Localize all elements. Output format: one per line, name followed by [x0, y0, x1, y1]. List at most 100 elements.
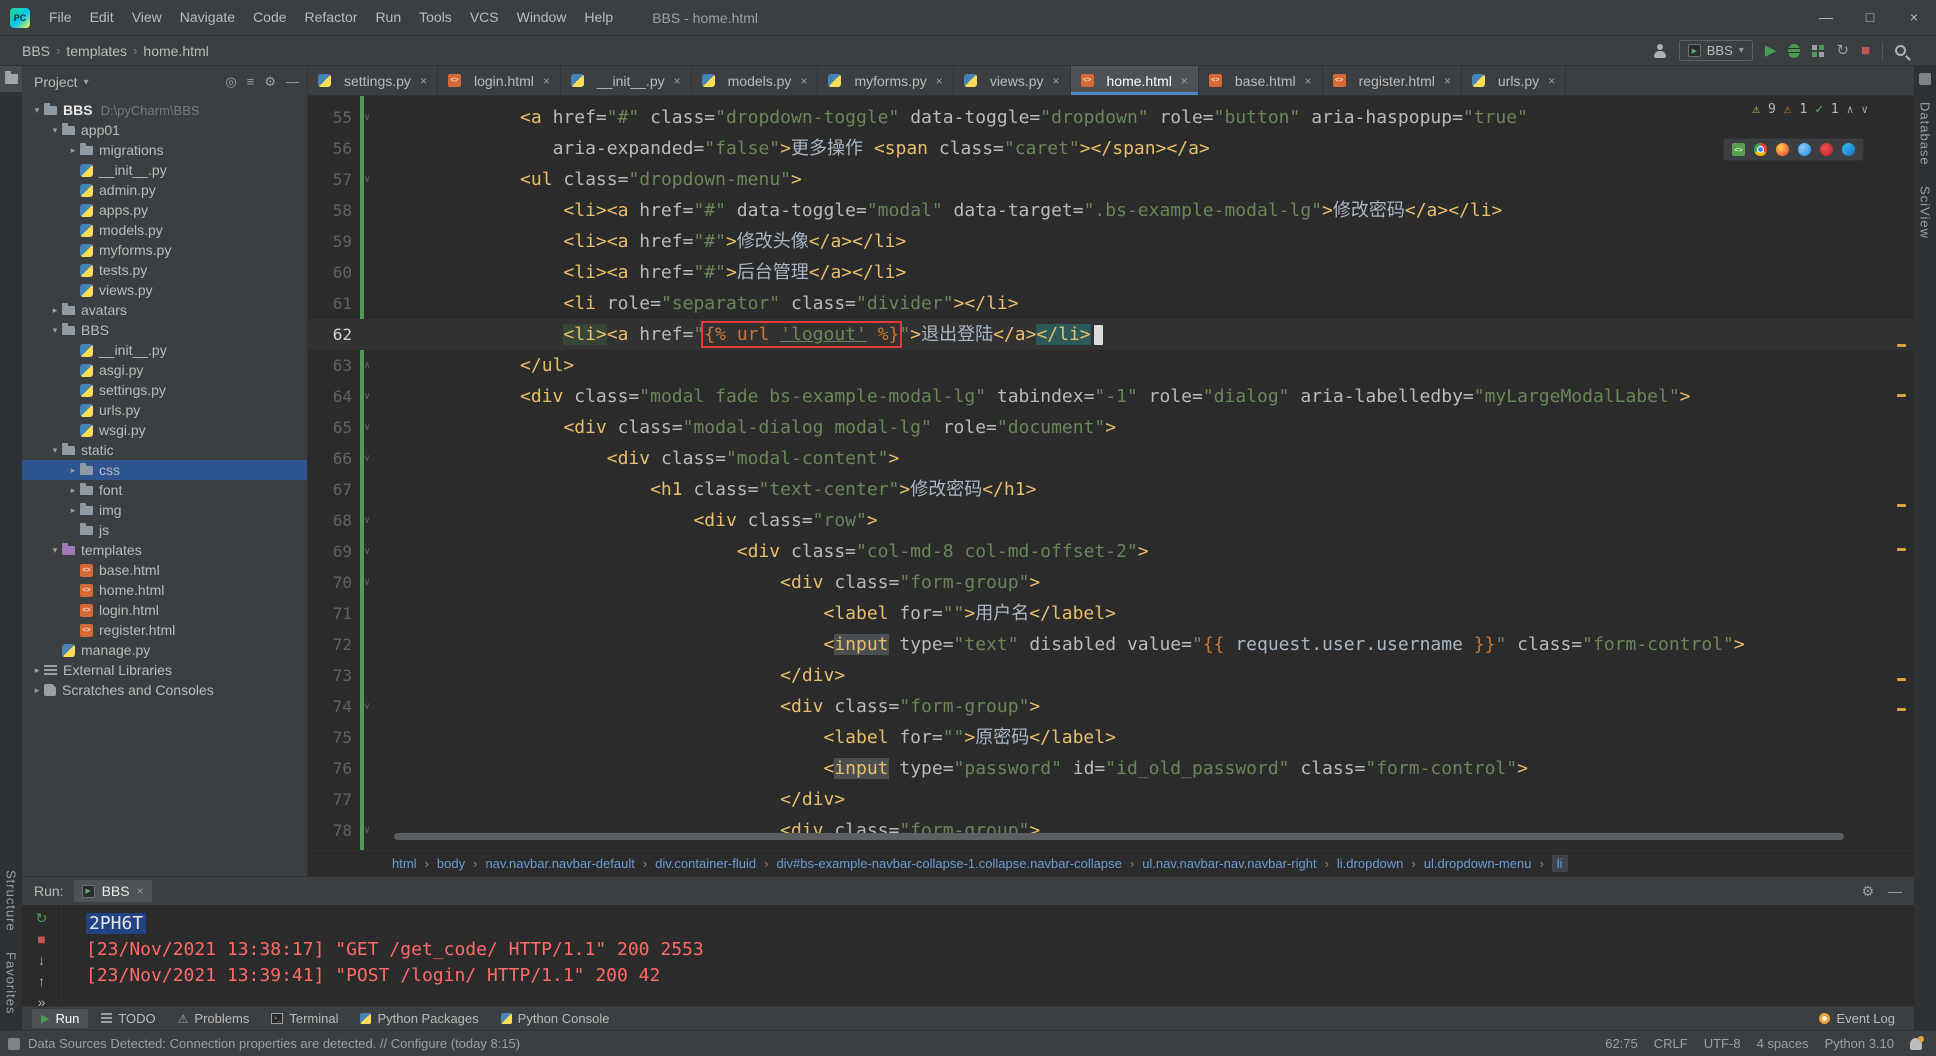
warning-stripe-mark[interactable]	[1897, 678, 1906, 681]
line-number[interactable]: 68	[308, 505, 352, 536]
tree-row[interactable]: apps.py	[22, 200, 307, 220]
line-number[interactable]: 65	[308, 412, 352, 443]
tool-tab-problems[interactable]: ⚠ Problems	[169, 1009, 259, 1028]
menu-item-edit[interactable]: Edit	[81, 0, 123, 35]
code-line[interactable]: 57 ∨ <ul class="dropdown-menu">	[308, 164, 1914, 195]
editor-tab-urls.py[interactable]: urls.py ×	[1462, 66, 1567, 95]
menu-item-run[interactable]: Run	[366, 0, 410, 35]
tree-row[interactable]: views.py	[22, 280, 307, 300]
expand-arrow-icon[interactable]: ▾	[48, 545, 62, 556]
fold-icon[interactable]: ∨	[352, 381, 382, 412]
code-line[interactable]: 74 ∨ <div class="form-group">	[308, 691, 1914, 722]
expand-arrow-icon[interactable]: ▾	[30, 105, 44, 116]
tab-close-icon[interactable]: ×	[936, 74, 943, 88]
menu-item-navigate[interactable]: Navigate	[171, 0, 244, 35]
menu-item-vcs[interactable]: VCS	[461, 0, 508, 35]
code-line[interactable]: 79 <label for="">新密码</label>	[308, 846, 1914, 850]
editor-tab-base.html[interactable]: <> base.html ×	[1199, 66, 1323, 95]
right-stripe-icon-1[interactable]	[1914, 66, 1936, 92]
line-number[interactable]: 72	[308, 629, 352, 660]
horizontal-scrollbar[interactable]	[394, 833, 1844, 840]
line-number[interactable]: 63	[308, 350, 352, 381]
status-caret-position[interactable]: 62:75	[1605, 1036, 1638, 1051]
coverage-button[interactable]	[1812, 44, 1825, 57]
run-tab[interactable]: ▶ BBS ×	[73, 880, 152, 902]
stop-button[interactable]: ■	[37, 932, 45, 946]
edge-icon[interactable]	[1842, 143, 1855, 156]
line-number[interactable]: 70	[308, 567, 352, 598]
menu-item-file[interactable]: File	[40, 0, 81, 35]
breadcrumb-item[interactable]: div.container-fluid	[655, 856, 756, 871]
warning-stripe-mark[interactable]	[1897, 504, 1906, 507]
fold-icon[interactable]: ∨	[352, 691, 382, 722]
code-line[interactable]: 67 <h1 class="text-center">修改密码</h1>	[308, 474, 1914, 505]
editor-tab-myforms.py[interactable]: myforms.py ×	[818, 66, 954, 95]
code-line[interactable]: 62 <li><a href="{% url 'logout' %}">退出登陆…	[308, 319, 1914, 350]
search-everywhere-icon[interactable]	[1895, 45, 1906, 56]
safari-icon[interactable]	[1798, 143, 1811, 156]
breadcrumb-item[interactable]: BBS	[22, 43, 50, 59]
chrome-icon[interactable]	[1754, 143, 1767, 156]
collapse-all-icon[interactable]: ≡	[247, 74, 255, 90]
tree-row[interactable]: ▸ Scratches and Consoles	[22, 680, 307, 700]
fold-icon[interactable]: ∨	[352, 164, 382, 195]
code-line[interactable]: 58 <li><a href="#" data-toggle="modal" d…	[308, 195, 1914, 226]
line-number[interactable]: 71	[308, 598, 352, 629]
line-number[interactable]: 75	[308, 722, 352, 753]
fold-icon[interactable]: ∧	[352, 350, 382, 381]
fold-icon[interactable]: ∨	[352, 567, 382, 598]
editor-tab-home.html[interactable]: <> home.html ×	[1070, 66, 1199, 95]
tree-row[interactable]: ▸ img	[22, 500, 307, 520]
expand-arrow-icon[interactable]: ▾	[48, 125, 62, 136]
stripe-label-structure[interactable]: Structure	[4, 870, 19, 932]
code-line[interactable]: 68 ∨ <div class="row">	[308, 505, 1914, 536]
tree-row[interactable]: tests.py	[22, 260, 307, 280]
tree-row[interactable]: manage.py	[22, 640, 307, 660]
run-button[interactable]: ▶	[1765, 43, 1777, 58]
menu-item-refactor[interactable]: Refactor	[296, 0, 367, 35]
run-configuration-select[interactable]: ▶ BBS ▾	[1678, 40, 1753, 61]
code-editor[interactable]: 55 ∨ <a href="#" class="dropdown-toggle" …	[308, 96, 1914, 850]
debug-button[interactable]	[1788, 43, 1801, 58]
code-line[interactable]: 64 ∨ <div class="modal fade bs-example-mo…	[308, 381, 1914, 412]
line-number[interactable]: 64	[308, 381, 352, 412]
breadcrumb-item[interactable]: div#bs-example-navbar-collapse-1.collaps…	[776, 856, 1121, 871]
editor-tab-login.html[interactable]: <> login.html ×	[438, 66, 561, 95]
gear-icon[interactable]: ⚙	[1861, 883, 1874, 900]
code-line[interactable]: 55 ∨ <a href="#" class="dropdown-toggle" …	[308, 102, 1914, 133]
fold-icon[interactable]: ∨	[352, 102, 382, 133]
rerun-button[interactable]: ↻	[36, 911, 48, 925]
breadcrumb-item[interactable]: home.html	[143, 43, 208, 59]
console-line[interactable]: 2PH6T	[86, 911, 1914, 937]
tab-close-icon[interactable]: ×	[1548, 74, 1555, 88]
restart-button[interactable]: ↻	[1836, 43, 1849, 58]
menu-item-code[interactable]: Code	[244, 0, 295, 35]
menu-item-tools[interactable]: Tools	[410, 0, 461, 35]
line-number[interactable]: 58	[308, 195, 352, 226]
code-line[interactable]: 59 <li><a href="#">修改头像</a></li>	[308, 226, 1914, 257]
tool-tab-run[interactable]: ▶ Run	[32, 1009, 89, 1028]
tree-row[interactable]: admin.py	[22, 180, 307, 200]
menu-item-help[interactable]: Help	[575, 0, 622, 35]
tab-close-icon[interactable]: ×	[1444, 74, 1451, 88]
console-output[interactable]: 2PH6T [23/Nov/2021 13:38:17] "GET /get_co…	[62, 905, 1914, 1006]
menu-item-window[interactable]: Window	[508, 0, 576, 35]
breadcrumb-item[interactable]: nav.navbar.navbar-default	[485, 856, 634, 871]
breadcrumb-item[interactable]: html	[392, 856, 417, 871]
code-line[interactable]: 78 ∨ <div class="form-group">	[308, 815, 1914, 846]
firefox-icon[interactable]	[1776, 143, 1789, 156]
breadcrumb-item[interactable]: li	[1551, 855, 1568, 872]
minimize-button[interactable]: —	[1804, 0, 1848, 35]
inspections-widget[interactable]: ⚠ 9 ⚠ 1 ✓ 1 ∧ ∨	[1752, 102, 1868, 117]
line-number[interactable]: 73	[308, 660, 352, 691]
tree-row[interactable]: asgi.py	[22, 360, 307, 380]
tree-row[interactable]: ▾ templates	[22, 540, 307, 560]
warning-stripe-mark[interactable]	[1897, 708, 1906, 711]
tree-row[interactable]: js	[22, 520, 307, 540]
maximize-button[interactable]: □	[1848, 0, 1892, 35]
tree-row[interactable]: models.py	[22, 220, 307, 240]
code-line[interactable]: 70 ∨ <div class="form-group">	[308, 567, 1914, 598]
tree-row[interactable]: ▾ BBS D:\pyCharm\BBS	[22, 100, 307, 120]
down-stack-trace-button[interactable]: ↓	[38, 953, 45, 967]
tree-row[interactable]: __init__.py	[22, 160, 307, 180]
